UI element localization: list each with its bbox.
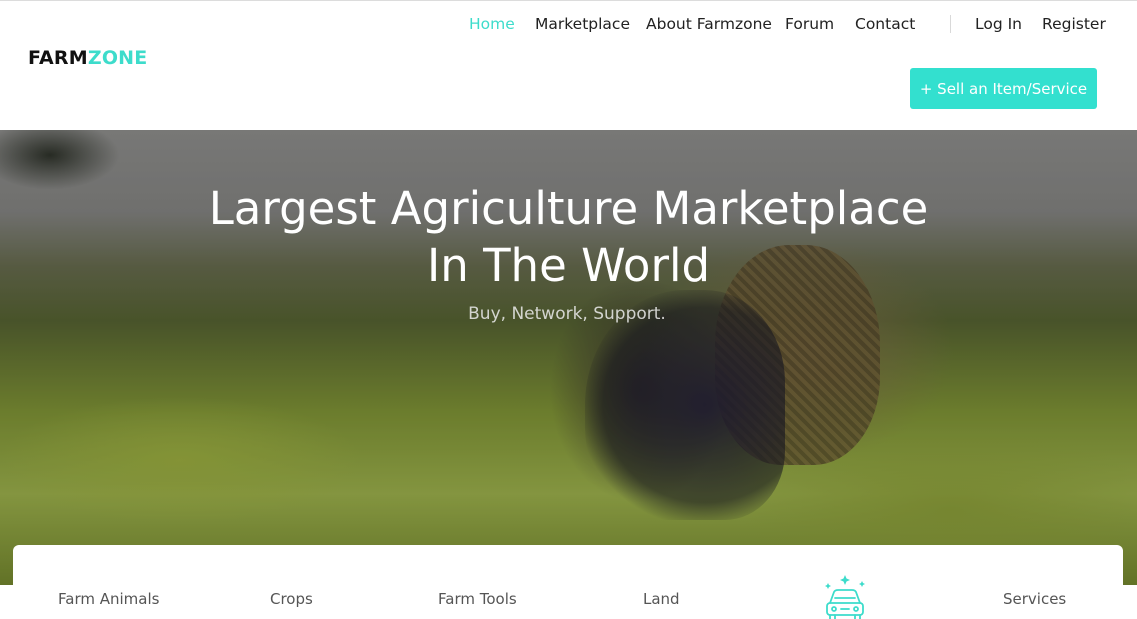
logo-text-farm: FARM — [28, 47, 88, 69]
nav-contact[interactable]: Contact — [855, 15, 915, 33]
nav-marketplace[interactable]: Marketplace — [535, 15, 630, 33]
brand-logo[interactable]: FARMZONE — [28, 47, 147, 69]
nav-register[interactable]: Register — [1042, 15, 1106, 33]
hero-subtitle: Buy, Network, Support. — [468, 304, 666, 324]
nav-home[interactable]: Home — [469, 15, 515, 33]
hero-title-line-1: Largest Agriculture Marketplace — [208, 182, 929, 235]
category-crops[interactable]: Crops — [270, 590, 313, 608]
hero-title: Largest Agriculture Marketplace In The W… — [0, 180, 1137, 294]
nav-forum[interactable]: Forum — [785, 15, 834, 33]
site-header: FARMZONE Home Marketplace About Farmzone… — [0, 0, 1137, 130]
hero-banner: Largest Agriculture Marketplace In The W… — [0, 130, 1137, 585]
category-farm-tools[interactable]: Farm Tools — [438, 590, 517, 608]
car-icon[interactable] — [820, 573, 870, 619]
category-farm-animals[interactable]: Farm Animals — [58, 590, 159, 608]
nav-divider — [950, 15, 951, 33]
logo-text-zone: ZONE — [87, 47, 148, 69]
sell-item-service-button[interactable]: + Sell an Item/Service — [910, 68, 1097, 109]
category-land[interactable]: Land — [643, 590, 680, 608]
category-bar: Farm Animals Crops Farm Tools Land Servi… — [13, 545, 1123, 619]
main-nav: Home Marketplace About Farmzone Forum Co… — [0, 15, 1137, 35]
nav-log-in[interactable]: Log In — [975, 15, 1022, 33]
category-services[interactable]: Services — [1003, 590, 1066, 608]
nav-about-farmzone[interactable]: About Farmzone — [646, 15, 772, 33]
hero-title-line-2: In The World — [426, 239, 711, 292]
